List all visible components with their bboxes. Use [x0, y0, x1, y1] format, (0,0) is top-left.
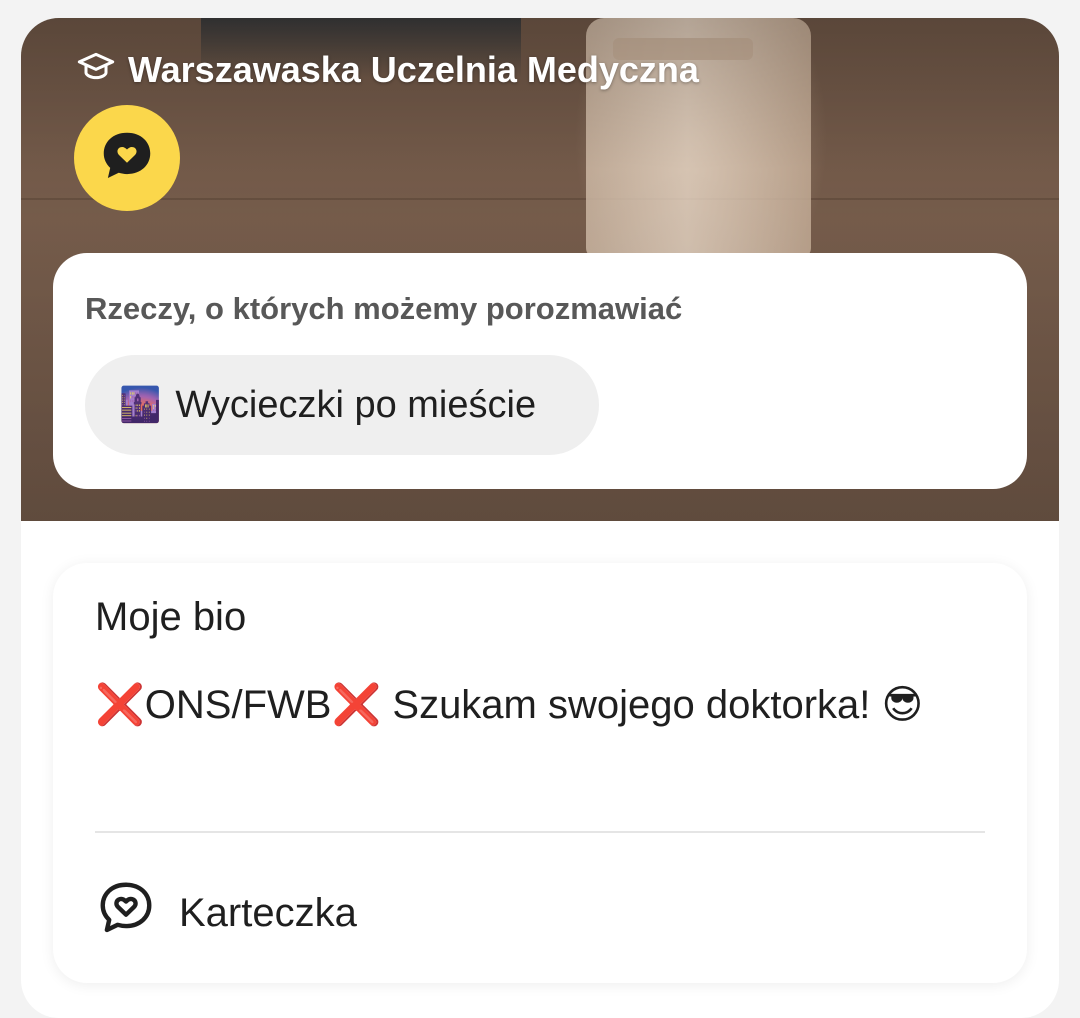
- topics-title: Rzeczy, o których możemy porozmawiać: [85, 291, 683, 326]
- topic-chip[interactable]: 🌆 Wycieczki po mieście: [85, 355, 599, 455]
- bio-title: Moje bio: [95, 595, 247, 639]
- school-name: Warszawaska Uczelnia Medyczna: [128, 49, 699, 90]
- chat-heart-icon: [96, 125, 158, 192]
- topics-card: Rzeczy, o których możemy porozmawiać 🌆 W…: [53, 253, 1027, 489]
- profile-card: Warszawaska Uczelnia Medyczna Rzeczy, o …: [21, 18, 1059, 1018]
- bio-card: Moje bio ❌ONS/FWB❌ Szukam swojego doktor…: [53, 563, 1027, 983]
- school-label: Warszawaska Uczelnia Medyczna: [76, 48, 699, 92]
- chat-heart-icon: [95, 877, 157, 949]
- chat-badge[interactable]: [74, 105, 180, 211]
- topic-chip-emoji: 🌆: [119, 386, 162, 424]
- graduation-cap-icon: [76, 46, 116, 95]
- topic-chip-label: Wycieczki po mieście: [175, 383, 537, 426]
- note-label: Karteczka: [179, 890, 357, 935]
- divider: [95, 831, 985, 833]
- bio-text: ❌ONS/FWB❌ Szukam swojego doktorka! 😎: [95, 683, 924, 727]
- note-button[interactable]: Karteczka: [95, 881, 357, 945]
